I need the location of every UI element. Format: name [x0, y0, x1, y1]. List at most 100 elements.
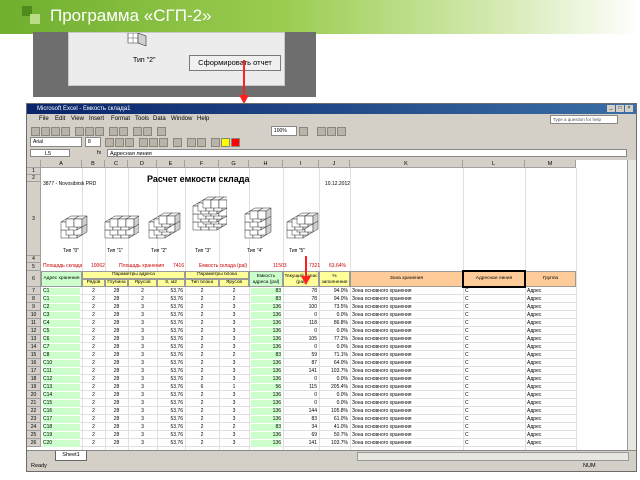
menu-window[interactable]: Window — [171, 114, 192, 124]
toolbar-icon[interactable] — [317, 127, 326, 136]
table-cell[interactable]: 6 — [187, 384, 217, 391]
table-cell[interactable]: C18 — [43, 424, 80, 431]
table-cell[interactable]: Зона основного хранения — [352, 376, 461, 383]
table-cell[interactable]: 2 — [187, 344, 217, 351]
table-cell[interactable]: C7 — [43, 344, 80, 351]
table-cell[interactable]: 3 — [221, 336, 247, 343]
table-cell[interactable]: 53.76 — [159, 328, 183, 335]
undo-icon[interactable] — [109, 127, 118, 136]
table-cell[interactable]: 103.7% — [321, 440, 348, 447]
formula-input[interactable]: Адресная линия — [107, 149, 627, 157]
table-cell[interactable]: 3 — [221, 392, 247, 399]
table-cell[interactable]: 3 — [130, 368, 155, 375]
table-cell[interactable]: 2 — [187, 312, 217, 319]
table-cell[interactable]: C1 — [43, 288, 80, 295]
row-header[interactable]: 7 — [27, 287, 41, 295]
table-cell[interactable]: 2 — [187, 440, 217, 447]
table-cell[interactable]: 136 — [251, 312, 281, 319]
table-cell[interactable]: C — [465, 392, 523, 399]
table-cell[interactable]: 2 — [84, 352, 103, 359]
minimize-icon[interactable]: _ — [607, 105, 615, 112]
table-cell[interactable]: 2 — [221, 424, 247, 431]
table-cell[interactable]: 136 — [251, 416, 281, 423]
paste-icon[interactable] — [95, 127, 104, 136]
table-cell[interactable]: 50.7% — [321, 432, 348, 439]
row-header[interactable]: 21 — [27, 399, 41, 407]
table-cell[interactable]: Адрес — [527, 440, 574, 447]
new-icon[interactable] — [31, 127, 40, 136]
table-cell[interactable]: 94.0% — [321, 296, 348, 303]
table-cell[interactable]: 2 — [84, 384, 103, 391]
copy-icon[interactable] — [85, 127, 94, 136]
table-cell[interactable]: 100 — [285, 304, 317, 311]
table-cell[interactable]: Зона основного хранения — [352, 328, 461, 335]
table-cell[interactable]: 56 — [251, 384, 281, 391]
table-cell[interactable]: 53.76 — [159, 368, 183, 375]
table-cell[interactable]: C — [465, 440, 523, 447]
vertical-scrollbar[interactable] — [627, 160, 636, 450]
font-color-icon[interactable] — [231, 138, 240, 147]
table-cell[interactable]: 136 — [251, 344, 281, 351]
row-header[interactable]: 8 — [27, 295, 41, 303]
table-cell[interactable]: 28 — [107, 416, 126, 423]
table-cell[interactable]: 144 — [285, 408, 317, 415]
column-header[interactable]: B — [82, 160, 105, 168]
table-cell[interactable]: Адрес — [527, 328, 574, 335]
chart-icon[interactable] — [157, 127, 166, 136]
table-cell[interactable]: 3 — [130, 408, 155, 415]
table-cell[interactable]: C — [465, 384, 523, 391]
menu-format[interactable]: Format — [111, 114, 130, 124]
table-cell[interactable]: 28 — [107, 352, 126, 359]
print-icon[interactable] — [61, 127, 70, 136]
fill-color-icon[interactable] — [221, 138, 230, 147]
row-header[interactable]: 12 — [27, 327, 41, 335]
table-cell[interactable]: Зона основного хранения — [352, 416, 461, 423]
table-cell[interactable]: 28 — [107, 288, 126, 295]
table-cell[interactable]: 3 — [130, 336, 155, 343]
column-header[interactable]: M — [525, 160, 576, 168]
table-cell[interactable]: C — [465, 320, 523, 327]
table-cell[interactable]: C — [465, 312, 523, 319]
table-cell[interactable]: 28 — [107, 304, 126, 311]
maximize-icon[interactable]: □ — [616, 105, 624, 112]
table-cell[interactable]: 3 — [221, 408, 247, 415]
table-cell[interactable]: 28 — [107, 344, 126, 351]
table-cell[interactable]: 136 — [251, 440, 281, 447]
table-cell[interactable]: Адрес — [527, 416, 574, 423]
table-cell[interactable]: 2 — [84, 424, 103, 431]
table-cell[interactable]: 2 — [187, 352, 217, 359]
bold-icon[interactable] — [105, 138, 114, 147]
align-center-icon[interactable] — [149, 138, 158, 147]
table-cell[interactable]: 136 — [251, 320, 281, 327]
table-cell[interactable]: 2 — [187, 416, 217, 423]
table-cell[interactable]: 64.0% — [321, 360, 348, 367]
table-cell[interactable]: 2 — [187, 392, 217, 399]
open-icon[interactable] — [41, 127, 50, 136]
table-cell[interactable]: 0 — [285, 344, 317, 351]
row-header[interactable]: 20 — [27, 391, 41, 399]
table-cell[interactable]: 2 — [84, 336, 103, 343]
generate-report-button[interactable]: Сформировать отчет — [189, 55, 281, 71]
table-cell[interactable]: 3 — [130, 384, 155, 391]
table-cell[interactable]: 2 — [187, 376, 217, 383]
table-cell[interactable]: 103.7% — [321, 368, 348, 375]
table-cell[interactable]: C12 — [43, 376, 80, 383]
table-cell[interactable]: 2 — [84, 376, 103, 383]
table-cell[interactable]: 59 — [285, 352, 317, 359]
table-cell[interactable]: 41.0% — [321, 424, 348, 431]
row-header[interactable]: 15 — [27, 351, 41, 359]
table-cell[interactable]: 136 — [251, 368, 281, 375]
table-cell[interactable]: 2 — [187, 432, 217, 439]
table-cell[interactable]: 83 — [285, 416, 317, 423]
table-cell[interactable]: 3 — [130, 416, 155, 423]
menu-help[interactable]: Help — [197, 114, 209, 124]
table-cell[interactable]: 2 — [130, 296, 155, 303]
table-cell[interactable]: 3 — [130, 344, 155, 351]
table-cell[interactable]: 0.0% — [321, 312, 348, 319]
table-cell[interactable]: C — [465, 352, 523, 359]
table-cell[interactable]: 3 — [130, 328, 155, 335]
table-cell[interactable]: 2 — [187, 304, 217, 311]
table-cell[interactable]: 28 — [107, 360, 126, 367]
zoom-select[interactable]: 100% — [271, 126, 297, 136]
column-header[interactable]: K — [350, 160, 463, 168]
